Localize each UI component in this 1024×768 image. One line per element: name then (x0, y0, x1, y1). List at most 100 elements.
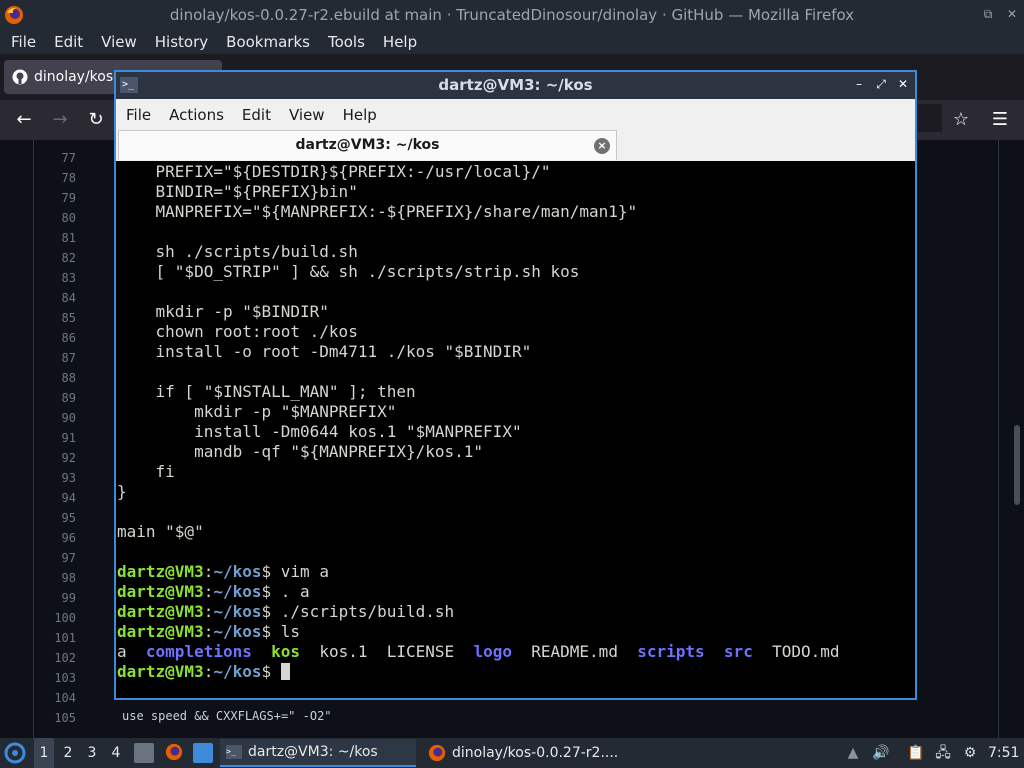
terminal-output[interactable]: PREFIX="${DESTDIR}${PREFIX:-/usr/local}/… (116, 161, 915, 698)
line-number[interactable]: 104 (36, 688, 76, 708)
close-icon[interactable]: ✕ (1004, 6, 1020, 22)
line-number[interactable]: 102 (36, 648, 76, 668)
line-number[interactable]: 84 (36, 288, 76, 308)
ls-entry: completions (145, 642, 252, 661)
hamburger-menu-icon[interactable]: ☰ (988, 108, 1012, 132)
terminal-menu-edit[interactable]: Edit (234, 106, 279, 124)
line-number[interactable]: 89 (36, 388, 76, 408)
terminal-window-title: dartz@VM3: ~/kos (438, 76, 593, 94)
line-number[interactable]: 83 (36, 268, 76, 288)
line-number[interactable]: 99 (36, 588, 76, 608)
line-number[interactable]: 100 (36, 608, 76, 628)
updates-icon[interactable]: ⚙ (960, 743, 980, 763)
line-number[interactable]: 94 (36, 488, 76, 508)
text-cursor (280, 663, 290, 680)
line-number[interactable]: 80 (36, 208, 76, 228)
firefox-window-controls: ⧉ ✕ (980, 6, 1020, 22)
terminal-menu-help[interactable]: Help (335, 106, 385, 124)
prompt-line: dartz@VM3:~/kos$ . a (117, 582, 310, 602)
script-line: fi (117, 462, 175, 481)
prompt-line: dartz@VM3:~/kos$ vim a (117, 562, 329, 582)
line-number[interactable]: 105 (36, 708, 76, 728)
prompt-separator: : (203, 622, 214, 641)
prompt-path: ~/kos (213, 602, 262, 621)
volume-icon[interactable]: 🔊 (871, 743, 891, 763)
prompt-user: dartz@VM3 (117, 582, 204, 601)
menu-tools[interactable]: Tools (321, 33, 372, 51)
tab-close-icon[interactable]: × (594, 138, 610, 154)
network-icon[interactable]: 🖧 (933, 743, 953, 763)
line-number[interactable]: 86 (36, 328, 76, 348)
menu-view[interactable]: View (94, 33, 144, 51)
terminal-tab[interactable]: dartz@VM3: ~/kos × (118, 130, 617, 160)
workspace-4[interactable]: 4 (106, 738, 126, 768)
line-number[interactable]: 93 (36, 468, 76, 488)
clock[interactable]: 7:51 (988, 738, 1019, 768)
terminal-menu-actions[interactable]: Actions (161, 106, 232, 124)
workspace-3[interactable]: 3 (82, 738, 102, 768)
script-line: sh ./scripts/build.sh (117, 242, 358, 261)
taskbar-terminal-task[interactable]: >_ dartz@VM3: ~/kos (220, 739, 416, 767)
script-line: mandb -qf "${MANPREFIX}/kos.1" (117, 442, 484, 461)
workspace-2[interactable]: 2 (58, 738, 78, 768)
terminal-menu-file[interactable]: File (118, 106, 159, 124)
bookmark-star-icon[interactable]: ☆ (949, 108, 973, 132)
line-number[interactable]: 77 (36, 148, 76, 168)
prompt-symbol: $ (261, 582, 281, 601)
line-number[interactable]: 91 (36, 428, 76, 448)
line-number[interactable]: 85 (36, 308, 76, 328)
firefox-launcher-icon[interactable] (164, 743, 184, 763)
menu-help[interactable]: Help (376, 33, 424, 51)
prompt-line: dartz@VM3:~/kos$ ./scripts/build.sh (117, 602, 454, 622)
restore-icon[interactable]: ⧉ (980, 6, 996, 22)
line-number[interactable]: 92 (36, 448, 76, 468)
menu-file[interactable]: File (4, 33, 43, 51)
ls-entry: scripts (637, 642, 705, 661)
menu-edit[interactable]: Edit (47, 33, 90, 51)
line-number[interactable]: 97 (36, 548, 76, 568)
line-number[interactable]: 90 (36, 408, 76, 428)
notification-icon[interactable]: ▲ (843, 743, 863, 763)
reload-icon[interactable]: ↻ (84, 108, 108, 132)
line-number[interactable]: 82 (36, 248, 76, 268)
terminal-titlebar[interactable]: >_ dartz@VM3: ~/kos – ⤢ ✕ (116, 72, 915, 99)
line-number[interactable]: 88 (36, 368, 76, 388)
close-icon[interactable]: ✕ (895, 76, 911, 92)
ls-entry: kos (271, 642, 301, 661)
line-number[interactable]: 87 (36, 348, 76, 368)
line-number[interactable]: 95 (36, 508, 76, 528)
firefox-titlebar[interactable]: dinolay/kos-0.0.27-r2.ebuild at main · T… (0, 0, 1024, 30)
desktop-icon[interactable] (193, 743, 213, 763)
prompt-user: dartz@VM3 (117, 662, 204, 681)
prompt-symbol: $ (261, 622, 281, 641)
browser-tab-title: dinolay/kos- (34, 69, 119, 85)
page-scrollbar[interactable] (1014, 425, 1020, 505)
back-icon[interactable]: ← (12, 108, 36, 132)
menu-bookmarks[interactable]: Bookmarks (219, 33, 317, 51)
forward-icon[interactable]: → (48, 108, 72, 132)
workspace-1[interactable]: 1 (34, 738, 54, 768)
file-manager-icon[interactable] (134, 743, 154, 763)
clipboard-icon[interactable]: 📋 (906, 743, 926, 763)
prompt-path: ~/kos (213, 622, 262, 641)
line-number[interactable]: 78 (36, 168, 76, 188)
line-number[interactable]: 81 (36, 228, 76, 248)
ls-entry: logo (473, 642, 512, 661)
app-launcher-icon[interactable] (4, 738, 28, 768)
firefox-menubar: File Edit View History Bookmarks Tools H… (0, 30, 1024, 54)
terminal-menu-view[interactable]: View (281, 106, 333, 124)
script-line: install -Dm0644 kos.1 "$MANPREFIX" (117, 422, 522, 441)
url-bar-edge[interactable] (916, 104, 942, 132)
line-number[interactable]: 98 (36, 568, 76, 588)
line-number[interactable]: 103 (36, 668, 76, 688)
command-text: . a (280, 582, 310, 601)
menu-history[interactable]: History (148, 33, 215, 51)
code-line-105: use speed && CXXFLAGS+=" -O2" (122, 709, 332, 723)
line-number[interactable]: 101 (36, 628, 76, 648)
line-number[interactable]: 79 (36, 188, 76, 208)
script-line: if [ "$INSTALL_MAN" ]; then (117, 382, 416, 401)
maximize-icon[interactable]: ⤢ (873, 76, 889, 92)
line-number[interactable]: 96 (36, 528, 76, 548)
taskbar-firefox-task[interactable]: dinolay/kos-0.0.27-r2.... (422, 739, 622, 767)
minimize-icon[interactable]: – (851, 76, 867, 92)
